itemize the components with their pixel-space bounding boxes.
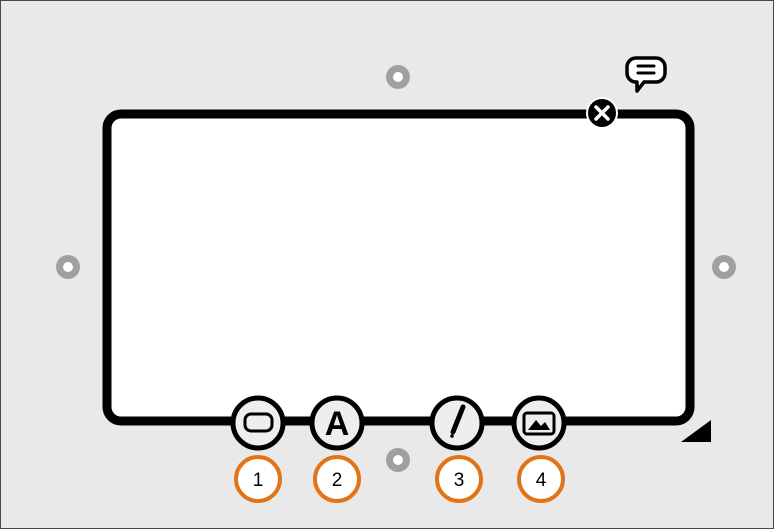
callout-4: 4 [517,455,565,503]
selected-shape[interactable] [102,109,695,426]
callout-1-number: 1 [253,470,264,491]
image-button[interactable] [511,395,567,451]
resize-triangle-icon[interactable] [681,420,711,442]
connection-handle-right[interactable] [712,255,736,279]
pencil-button[interactable] [429,395,485,451]
speech-bubble-icon[interactable] [625,56,667,93]
callout-4-number: 4 [536,470,547,491]
connection-handle-bottom[interactable] [386,448,410,472]
callout-1: 1 [234,455,282,503]
font-A-icon: A [325,405,350,443]
close-icon[interactable] [586,97,618,129]
shape-editor-svg: A 1 2 3 4 [56,56,736,503]
text-font-button[interactable]: A [309,395,365,451]
shape-style-button[interactable] [230,395,286,451]
callout-2: 2 [313,455,361,503]
callout-3: 3 [435,455,483,503]
connection-handle-top[interactable] [386,65,410,89]
callout-3-number: 3 [454,470,465,491]
connection-handle-left[interactable] [56,255,80,279]
callout-2-number: 2 [332,470,343,491]
